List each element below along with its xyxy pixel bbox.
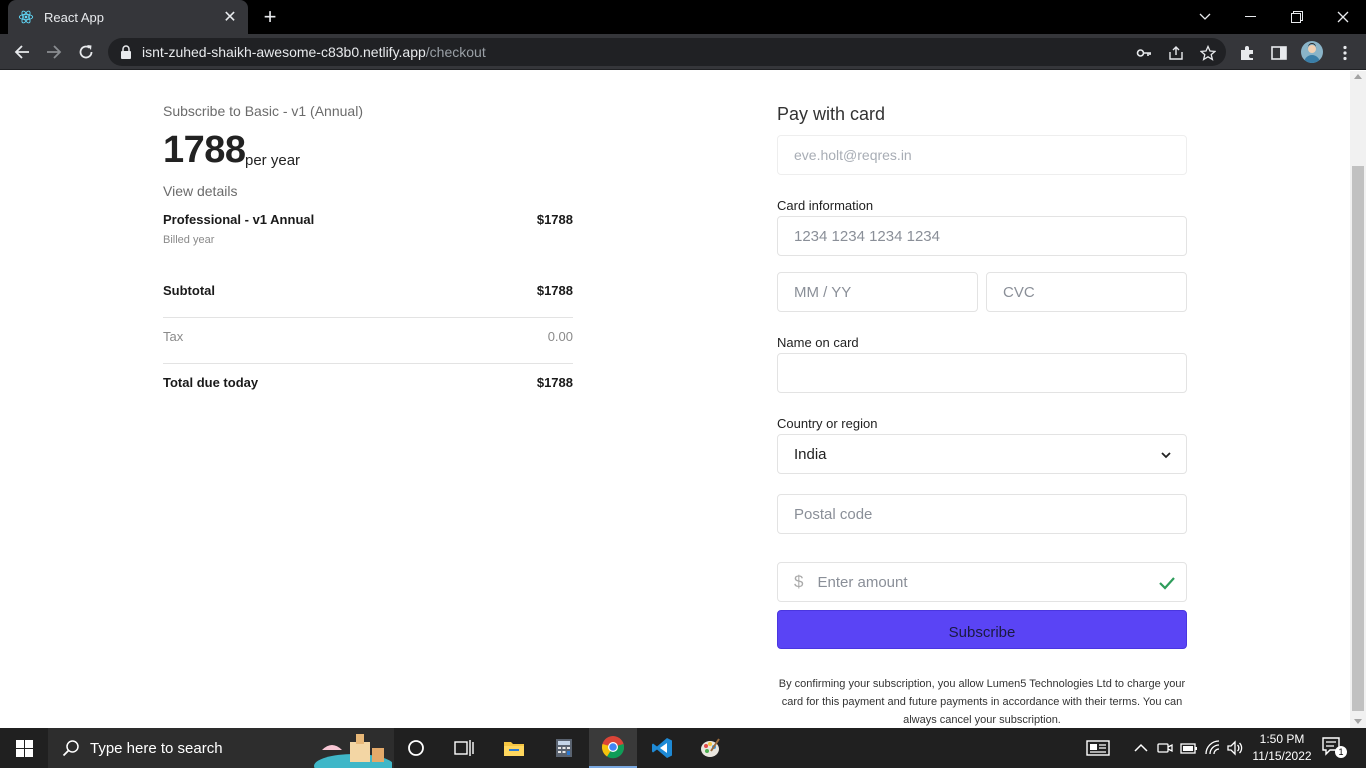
subtotal-label: Subtotal [163,283,215,298]
paint-icon[interactable] [686,728,734,768]
system-clock[interactable]: 1:50 PM 11/15/2022 [1246,731,1318,765]
meet-now-icon[interactable] [1156,739,1174,757]
chevron-up-icon[interactable] [1132,739,1150,757]
price-unit: per year [245,152,301,169]
address-bar[interactable]: isnt-zuhed-shaikh-awesome-c83b0.netlify.… [108,38,1226,66]
avatar[interactable] [1301,41,1323,63]
battery-icon[interactable] [1180,739,1198,757]
notification-center-button[interactable]: 1 [1322,737,1347,759]
tab-react-app[interactable]: React App ✕ [8,0,248,34]
menu-icon[interactable] [1336,44,1354,62]
plus-icon[interactable]: + [258,5,282,29]
tax-row: Tax 0.00 [163,329,573,344]
search-placeholder: Type here to search [90,739,223,757]
chevron-down-icon[interactable] [1182,0,1228,34]
currency-symbol: $ [794,572,804,591]
checkout-page: Subscribe to Basic - v1 (Annual) 1788 pe… [0,71,1350,728]
tax-label: Tax [163,329,184,344]
taskbar-search[interactable]: Type here to search [48,728,394,768]
browser-tab-strip: React App ✕ + [0,0,1366,34]
sidepanel-icon[interactable] [1270,44,1288,62]
url-host: isnt-zuhed-shaikh-awesome-c83b0.netlify.… [142,44,426,60]
back-icon[interactable] [10,40,34,64]
terms-text: By confirming your subscription, you all… [778,678,1186,726]
email-field[interactable]: eve.holt@reqres.in [777,135,1187,175]
divider [163,363,573,364]
search-icon [62,740,79,757]
search-highlight-illustration [314,734,392,768]
cvc-field[interactable]: CVC [986,272,1187,312]
chevron-down-icon [1161,452,1171,459]
file-explorer-icon[interactable] [490,728,538,768]
amount-placeholder: Enter amount [817,573,908,591]
star-icon[interactable] [1200,45,1216,61]
chrome-icon[interactable] [589,728,637,768]
taskbar: Type here to search 1:50 PM 11/15/2022 1 [0,728,1366,768]
form-title: Pay with card [777,104,886,124]
card-number-placeholder: 1234 1234 1234 1234 [794,227,940,245]
price-amount: 1788 [163,129,246,171]
key-icon[interactable] [1136,45,1152,61]
subtotal-row: Subtotal $1788 [163,283,573,298]
tab-title: React App [44,9,104,25]
extensions-icon[interactable] [1238,44,1256,62]
expiry-field[interactable]: MM / YY [777,272,978,312]
taskview-icon[interactable] [440,728,488,768]
react-icon [18,10,34,24]
restore-button[interactable] [1274,0,1320,34]
cortana-icon[interactable] [392,728,440,768]
country-select[interactable]: India [777,434,1187,474]
url-path: /checkout [425,44,486,60]
news-icon[interactable] [1086,739,1110,757]
lock-icon[interactable] [120,45,132,59]
vscode-icon[interactable] [638,728,686,768]
browser-toolbar: isnt-zuhed-shaikh-awesome-c83b0.netlify.… [0,34,1366,70]
wifi-icon[interactable] [1204,739,1222,757]
volume-icon[interactable] [1226,739,1244,757]
share-icon[interactable] [1168,45,1184,61]
reload-icon[interactable] [74,40,98,64]
notification-count: 1 [1335,746,1347,758]
cvc-placeholder: CVC [1003,283,1035,301]
total-value: $1788 [536,375,573,390]
line-item-price: $1788 [536,212,573,227]
page-scrollbar[interactable] [1350,71,1366,728]
view-details-link[interactable]: View details [163,183,237,199]
calculator-icon[interactable] [540,728,588,768]
tax-value: 0.00 [547,329,573,344]
close-icon[interactable]: ✕ [222,7,238,27]
forward-icon[interactable] [42,40,66,64]
card-info-label: Card information [777,198,874,213]
clock-date: 11/15/2022 [1252,749,1312,763]
line-item: Professional - v1 Annual $1788 [163,212,573,227]
amount-field[interactable]: $ Enter amount [777,562,1187,602]
postal-code-placeholder: Postal code [794,505,873,523]
name-on-card-field[interactable] [777,353,1187,393]
postal-code-field[interactable]: Postal code [777,494,1187,534]
country-value: India [794,445,827,463]
line-item-name: Professional - v1 Annual [163,212,315,227]
email-placeholder: eve.holt@reqres.in [794,147,912,163]
name-on-card-label: Name on card [777,335,859,350]
country-label: Country or region [777,416,878,431]
card-number-field[interactable]: 1234 1234 1234 1234 [777,216,1187,256]
checkmark-icon [1159,577,1175,590]
subscription-title: Subscribe to Basic - v1 (Annual) [163,103,363,119]
clock-time: 1:50 PM [1259,732,1305,746]
scroll-down-arrow[interactable] [1354,719,1362,724]
close-window-button[interactable] [1320,0,1366,34]
subtotal-value: $1788 [536,283,573,298]
scroll-up-arrow[interactable] [1354,74,1362,79]
minimize-button[interactable] [1228,0,1274,34]
line-item-billing: Billed year [163,234,215,246]
subscribe-button[interactable]: Subscribe [777,610,1187,649]
expiry-placeholder: MM / YY [794,283,852,301]
windows-icon[interactable] [0,728,48,768]
total-label: Total due today [163,375,259,390]
total-row: Total due today $1788 [163,375,573,390]
divider [163,317,573,318]
scrollbar-thumb[interactable] [1352,166,1364,711]
